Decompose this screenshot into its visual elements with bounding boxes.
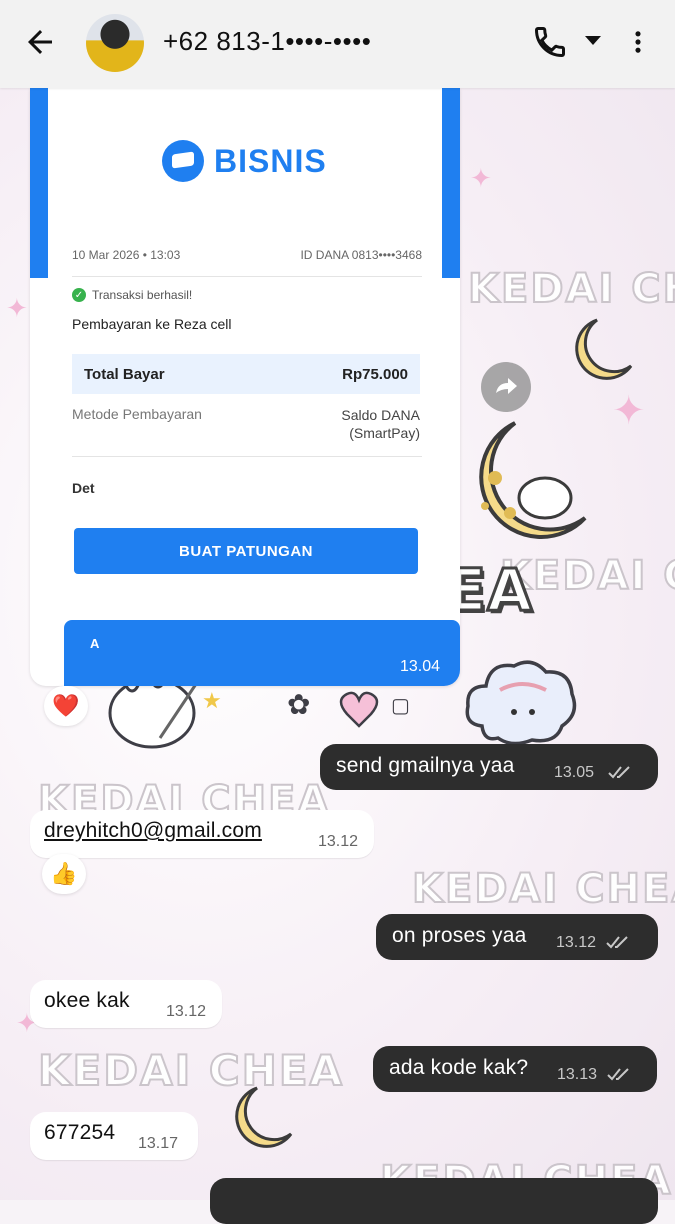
receipt-blue-edge — [442, 88, 460, 278]
chat-header: +62 813-1••••-•••• — [0, 0, 675, 88]
check-circle-icon: ✓ — [72, 288, 86, 302]
receipt-dana-id: ID DANA 0813••••3468 — [300, 248, 422, 262]
sparkle-icon: ✦ — [470, 163, 492, 193]
total-payment-row: Total Bayar Rp75.000 — [72, 354, 420, 394]
phone-call-icon[interactable] — [532, 24, 568, 60]
cloud-sticker-icon — [465, 660, 577, 746]
dana-bisnis-logo: BISNIS — [162, 140, 327, 182]
divider — [72, 456, 422, 457]
message-time: 13.17 — [138, 1135, 179, 1152]
heart-reaction[interactable]: ❤️ — [44, 686, 88, 726]
moon-sticker-icon — [575, 318, 633, 380]
message-bubble-incoming[interactable]: okee kak 13.12 — [30, 980, 222, 1028]
message-bubble-outgoing[interactable]: send gmailnya yaa 13.05 — [320, 744, 658, 790]
receipt-date: 10 Mar 2026 • 13:03 — [72, 248, 181, 262]
moon-sticker-icon — [235, 1086, 293, 1148]
message-bubble-incoming[interactable]: dreyhitch0@gmail.com 13.12 — [30, 810, 374, 858]
payment-method-value: Saldo DANA (SmartPay) — [341, 407, 420, 441]
divider — [72, 276, 422, 277]
forward-icon — [496, 378, 517, 394]
watermark-text: KEDAI CHEA — [37, 1045, 345, 1096]
forward-button[interactable] — [481, 362, 531, 412]
message-time: 13.04 — [400, 658, 441, 675]
moon-sticker-icon — [479, 421, 587, 539]
message-bubble-outgoing[interactable] — [210, 1178, 658, 1224]
svg-text:✿: ✿ — [287, 689, 310, 720]
promo-banner-text: A — [90, 636, 100, 651]
sparkle-icon: ✦ — [6, 293, 28, 323]
message-bubble-incoming[interactable]: 677254 13.17 — [30, 1112, 198, 1160]
message-time: 13.12 — [556, 934, 597, 951]
message-text: ada kode kak? — [389, 1056, 529, 1079]
sparkle-icon: ✦ — [612, 389, 646, 433]
promo-banner — [64, 620, 460, 686]
back-arrow-icon[interactable] — [22, 24, 58, 60]
message-text: 677254 — [44, 1121, 116, 1144]
buat-patungan-button: BUAT PATUNGAN — [74, 528, 418, 574]
dana-logo-icon — [162, 140, 204, 182]
read-receipt-icon — [608, 766, 630, 779]
watermark-text: KEDAI CHEA — [467, 265, 675, 313]
receipt-image-message[interactable]: BISNIS 10 Mar 2026 • 13:03 ID DANA 0813•… — [30, 88, 460, 686]
details-label: Det — [72, 480, 95, 496]
call-options-chevron-down-icon[interactable] — [585, 36, 601, 45]
email-link[interactable]: dreyhitch0@gmail.com — [44, 819, 262, 843]
message-time: 13.12 — [318, 833, 359, 850]
receipt-blue-edge — [30, 88, 48, 278]
message-time: 13.05 — [554, 764, 595, 781]
message-text: okee kak — [44, 989, 130, 1012]
message-time: 13.13 — [557, 1066, 598, 1083]
message-bubble-outgoing[interactable]: on proses yaa 13.12 — [376, 914, 658, 960]
message-text: on proses yaa — [392, 924, 527, 947]
contact-avatar[interactable] — [86, 14, 144, 72]
payment-title: Pembayaran ke Reza cell — [72, 316, 232, 332]
read-receipt-icon — [606, 936, 628, 949]
message-bubble-outgoing[interactable]: ada kode kak? 13.13 — [373, 1046, 657, 1092]
more-options-icon[interactable] — [624, 24, 652, 60]
svg-text:★: ★ — [202, 688, 222, 713]
contact-name[interactable]: +62 813-1••••-•••• — [163, 26, 371, 57]
read-receipt-icon — [607, 1068, 629, 1081]
thumbs-up-reaction[interactable]: 👍 — [42, 854, 86, 894]
message-text: send gmailnya yaa — [336, 754, 515, 777]
payment-method-label: Metode Pembayaran — [72, 406, 202, 422]
transaction-status: ✓ Transaksi berhasil! — [72, 288, 192, 302]
message-time: 13.12 — [166, 1003, 207, 1020]
svg-text:▢: ▢ — [391, 695, 410, 717]
watermark-text: KEDAI CHEA — [411, 865, 675, 913]
